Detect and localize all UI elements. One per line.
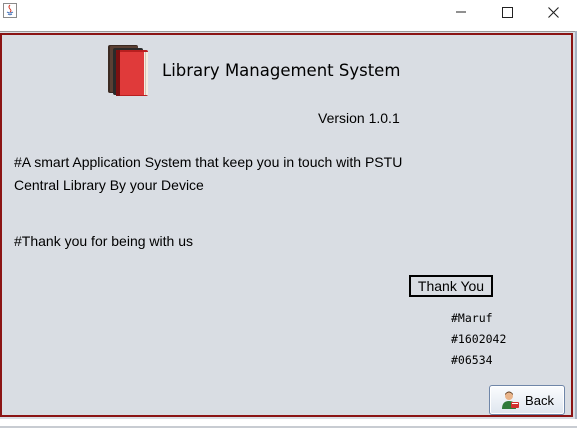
- thank-you-button[interactable]: Thank You: [409, 275, 493, 297]
- description-line-2: Central Library By your Device: [14, 177, 204, 193]
- credits: #Maruf #1602042 #06534: [451, 308, 506, 371]
- close-button[interactable]: [530, 0, 576, 24]
- credit-name: #Maruf: [451, 311, 493, 325]
- description-line-1: #A smart Application System that keep yo…: [14, 154, 403, 170]
- back-button-label: Back: [525, 392, 554, 408]
- maximize-button[interactable]: [484, 0, 530, 24]
- back-button[interactable]: Back: [489, 385, 565, 415]
- user-icon: [502, 391, 520, 409]
- app-title: Library Management System: [162, 61, 401, 80]
- credit-code: #06534: [451, 353, 493, 367]
- close-icon: [547, 6, 559, 18]
- java-app-icon: [3, 3, 17, 18]
- thanks-message: #Thank you for being with us: [14, 233, 193, 249]
- books-icon: [108, 45, 148, 96]
- version-label: Version 1.0.1: [318, 110, 400, 126]
- description-text: #A smart Application System that keep yo…: [14, 151, 414, 197]
- minimize-button[interactable]: [438, 0, 484, 24]
- window-bottom-border: [0, 426, 577, 428]
- minimize-icon: [456, 11, 466, 13]
- window-titlebar: [0, 0, 577, 28]
- credit-id: #1602042: [451, 332, 507, 346]
- maximize-icon: [501, 6, 513, 18]
